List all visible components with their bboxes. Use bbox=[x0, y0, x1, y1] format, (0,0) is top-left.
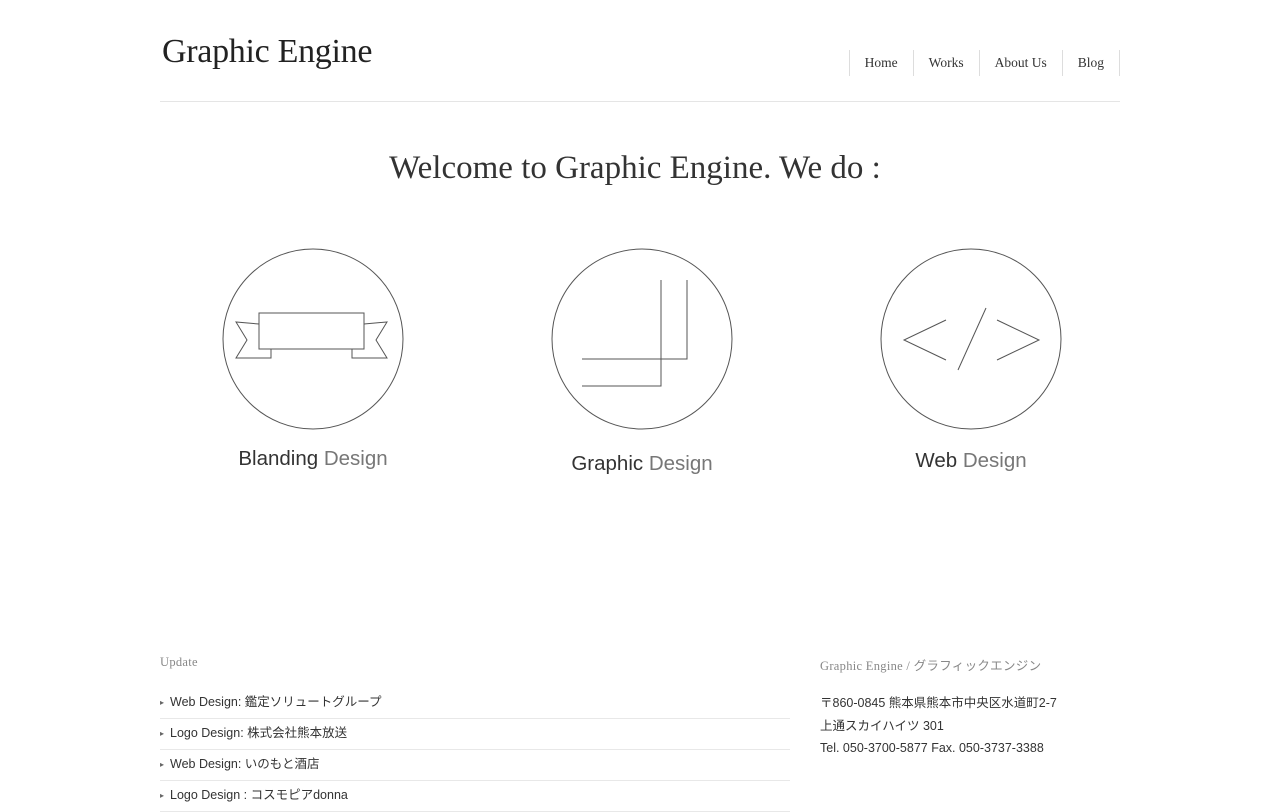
service-title-strong: Blanding bbox=[238, 447, 319, 470]
crop-marks-icon bbox=[551, 248, 733, 430]
contact-line: Tel. 050-3700-5877 Fax. 050-3737-3388 bbox=[820, 741, 1044, 755]
company-address: 〒860-0845 熊本県熊本市中央区水道町2-7 上通スカイハイツ 301 T… bbox=[820, 692, 1057, 760]
company-title: Graphic Engine / グラフィックエンジン bbox=[820, 659, 1042, 673]
main-nav: Home Works About Us Blog bbox=[848, 50, 1120, 76]
list-item[interactable]: ▸ Web Design: 鑑定ソリュートグループ bbox=[160, 688, 790, 719]
service-title-light: Design bbox=[648, 452, 713, 475]
service-title-light: Design bbox=[323, 447, 388, 470]
service-caption: Graphic Design bbox=[511, 452, 773, 476]
address-line: 上通スカイハイツ 301 bbox=[820, 718, 944, 733]
update-link[interactable]: Web Design: いのもと酒店 bbox=[170, 757, 320, 771]
service-web-design[interactable]: Web Design bbox=[880, 248, 1062, 488]
list-item[interactable]: ▸ Web Design: いのもと酒店 bbox=[160, 750, 790, 781]
update-link[interactable]: Web Design: 鑑定ソリュートグループ bbox=[170, 695, 382, 709]
update-list: ▸ Web Design: 鑑定ソリュートグループ ▸ Logo Design: 株… bbox=[160, 688, 790, 812]
arrow-right-icon: ▸ bbox=[160, 698, 165, 707]
address-line: 〒860-0845 熊本県熊本市中央区水道町2-7 bbox=[820, 696, 1057, 710]
arrow-right-icon: ▸ bbox=[160, 760, 165, 769]
service-caption: Blanding Design bbox=[182, 447, 444, 471]
page-container: Graphic Engine Home Works About Us Blog … bbox=[160, 0, 1120, 812]
service-title-strong: Graphic bbox=[571, 452, 644, 475]
list-item[interactable]: ▸ Logo Design : コスモピアdonna bbox=[160, 781, 790, 812]
welcome-heading: Welcome to Graphic Engine. We do : bbox=[389, 150, 881, 186]
ribbon-banner-icon bbox=[222, 248, 404, 430]
service-title-strong: Web bbox=[915, 449, 958, 472]
update-title: Update bbox=[160, 655, 198, 669]
service-caption: Web Design bbox=[840, 449, 1102, 473]
code-brackets-icon bbox=[880, 248, 1062, 430]
service-title-light: Design bbox=[962, 449, 1027, 472]
arrow-right-icon: ▸ bbox=[160, 729, 165, 738]
service-graphic-design[interactable]: Graphic Design bbox=[551, 248, 733, 488]
arrow-right-icon: ▸ bbox=[160, 791, 165, 800]
nav-about-us[interactable]: About Us bbox=[980, 50, 1063, 76]
header-divider bbox=[160, 101, 1120, 102]
update-link[interactable]: Logo Design: 株式会社熊本放送 bbox=[170, 726, 347, 740]
service-blanding-design[interactable]: Blanding Design bbox=[222, 248, 404, 488]
nav-works[interactable]: Works bbox=[914, 50, 980, 76]
site-logo[interactable]: Graphic Engine bbox=[162, 33, 372, 71]
nav-home[interactable]: Home bbox=[850, 50, 914, 76]
nav-blog[interactable]: Blog bbox=[1063, 50, 1120, 76]
list-item[interactable]: ▸ Logo Design: 株式会社熊本放送 bbox=[160, 719, 790, 750]
